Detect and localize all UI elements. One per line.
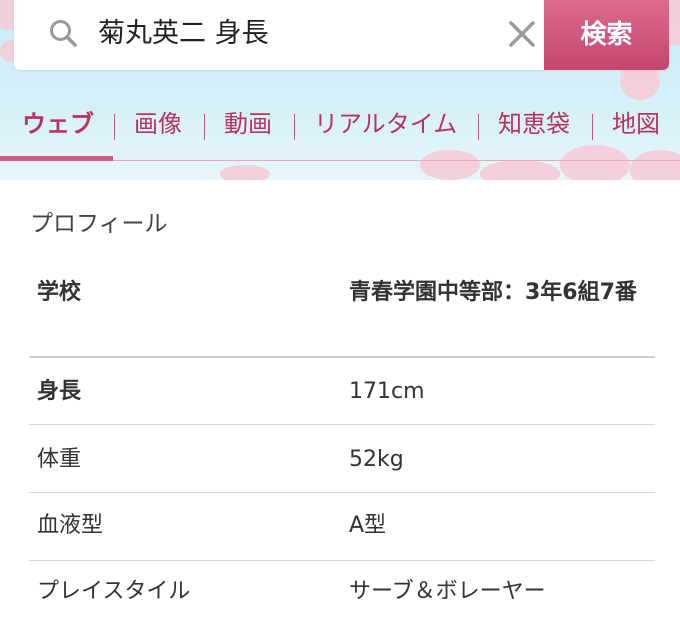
- section-title: プロフィール: [30, 211, 168, 237]
- row-value: 青春学園中等部：3年6組7番: [349, 280, 637, 305]
- row-label: プレイスタイル: [37, 579, 191, 604]
- row-label: 体重: [37, 447, 82, 472]
- search-icon: [50, 20, 77, 47]
- row-value: A型: [349, 513, 387, 538]
- profile-row-play-style: プレイスタイル サーブ＆ボレーヤー: [29, 562, 655, 622]
- tab-separator: [478, 114, 479, 140]
- row-label: 身長: [37, 379, 82, 404]
- sakura-decoration: [630, 150, 680, 180]
- header: 菊丸英二 身長 検索 ウェブ 画像 動画 リアルタイム 知恵袋 地図: [0, 0, 680, 180]
- tab-images[interactable]: 画像: [134, 104, 182, 144]
- profile-row-school: 学校 青春学園中等部：3年6組7番: [29, 274, 655, 360]
- tab-video[interactable]: 動画: [224, 104, 272, 144]
- row-label: 血液型: [37, 513, 104, 538]
- profile-row-height: 身長 171cm: [29, 358, 655, 426]
- tab-map[interactable]: 地図: [612, 104, 660, 144]
- tab-separator: [114, 114, 115, 140]
- profile-row-blood-type: 血液型 A型: [29, 494, 655, 562]
- active-tab-indicator: [0, 156, 113, 161]
- sakura-decoration: [220, 165, 270, 180]
- row-divider: [29, 424, 655, 425]
- sakura-decoration: [420, 150, 480, 180]
- search-button[interactable]: 検索: [544, 0, 669, 70]
- row-value: 171cm: [349, 379, 425, 404]
- tab-chiebukuro[interactable]: 知恵袋: [498, 104, 570, 144]
- row-value: 52kg: [349, 447, 404, 472]
- search-bar: 菊丸英二 身長 検索: [14, 0, 669, 70]
- row-label: 学校: [37, 280, 82, 305]
- tab-separator: [294, 114, 295, 140]
- clear-icon[interactable]: [508, 20, 536, 48]
- profile-section: プロフィール 学校 青春学園中等部：3年6組7番 身長 171cm 体重 52k…: [0, 180, 680, 622]
- tab-web[interactable]: ウェブ: [22, 104, 94, 144]
- row-value: サーブ＆ボレーヤー: [349, 579, 546, 604]
- search-input[interactable]: 菊丸英二 身長: [98, 14, 269, 54]
- sakura-decoration: [480, 160, 560, 180]
- row-divider: [29, 492, 655, 493]
- tab-realtime[interactable]: リアルタイム: [314, 104, 457, 144]
- sakura-decoration: [560, 145, 630, 180]
- profile-row-weight: 体重 52kg: [29, 426, 655, 494]
- tab-separator: [204, 114, 205, 140]
- search-tabs: ウェブ 画像 動画 リアルタイム 知恵袋 地図: [0, 104, 680, 148]
- row-divider: [29, 560, 655, 561]
- tab-separator: [592, 114, 593, 140]
